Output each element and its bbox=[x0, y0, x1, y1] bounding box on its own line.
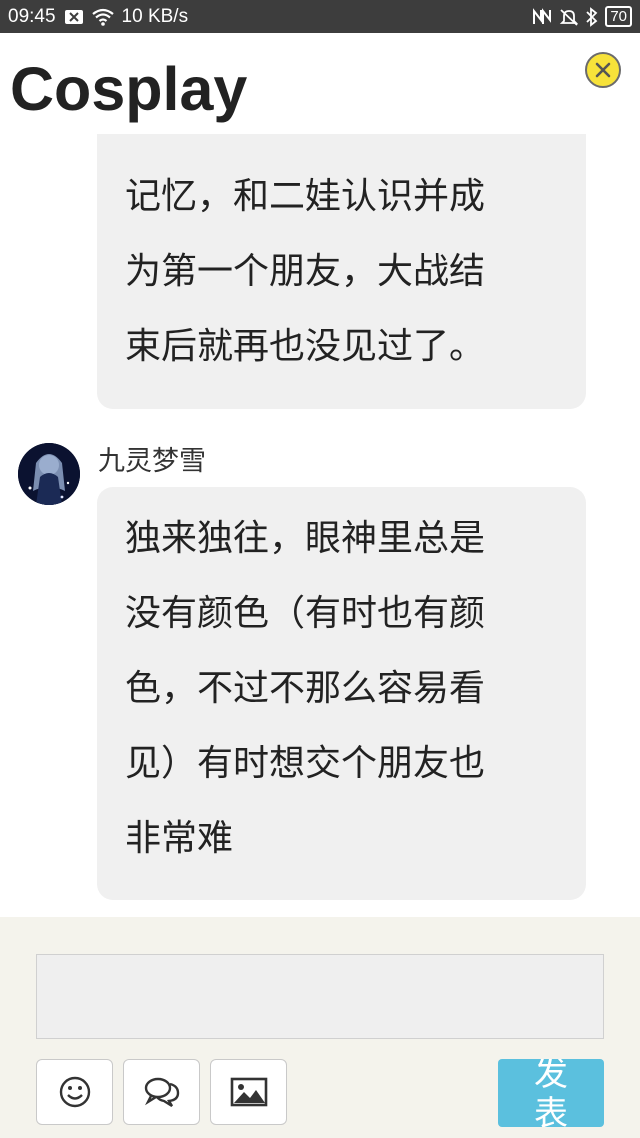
message-line: 非常难 bbox=[125, 818, 234, 859]
comment-input[interactable] bbox=[36, 954, 604, 1039]
send-label-line2: 表 bbox=[534, 1094, 568, 1127]
avatar[interactable] bbox=[18, 443, 80, 505]
message-line: 没有颜色（有时也有颜 bbox=[125, 593, 486, 634]
message-line: 色，不过不那么容易看 bbox=[125, 668, 486, 709]
image-icon bbox=[230, 1077, 267, 1107]
message-line: 束后就再也没见过了。 bbox=[125, 326, 486, 367]
username[interactable]: 九灵梦雪 bbox=[98, 439, 206, 478]
notification-close-icon bbox=[64, 9, 84, 25]
message-line: 记忆，和二娃认识并成 bbox=[125, 176, 486, 217]
send-button[interactable]: 发 表 bbox=[498, 1059, 604, 1127]
message-line: 为第一个朋友，大战结 bbox=[125, 251, 486, 292]
page-title: Cosplay bbox=[10, 55, 248, 123]
message-bubble: … … … 记忆，和二娃认识并成 为第一个朋友，大战结 束后就再也没见过了。 bbox=[97, 134, 586, 409]
nfc-icon bbox=[531, 7, 553, 26]
message-bubble: 独来独往，眼神里总是 没有颜色（有时也有颜 色，不过不那么容易看 见）有时想交个… bbox=[97, 487, 586, 900]
compose-bar: 发 表 bbox=[0, 917, 640, 1138]
message-text: … … … 记忆，和二娃认识并成 为第一个朋友，大战结 束后就再也没见过了。 bbox=[125, 134, 562, 384]
status-bar-left: 09:45 10 KB/s bbox=[0, 6, 188, 28]
bluetooth-icon bbox=[585, 6, 599, 27]
comment-list[interactable]: … … … 记忆，和二娃认识并成 为第一个朋友，大战结 束后就再也没见过了。 九… bbox=[0, 134, 640, 917]
close-icon bbox=[595, 62, 611, 78]
chat-bubbles-icon bbox=[144, 1077, 179, 1108]
status-bar: 09:45 10 KB/s 70 bbox=[0, 0, 640, 33]
page-header: Cosplay bbox=[0, 42, 640, 134]
close-button[interactable] bbox=[585, 52, 621, 88]
wifi-icon bbox=[91, 8, 114, 26]
battery-level: 70 bbox=[605, 6, 632, 27]
status-bar-right: 70 bbox=[531, 6, 640, 27]
message-line: … … … bbox=[125, 134, 562, 159]
message-line: 独来独往，眼神里总是 bbox=[125, 518, 486, 559]
send-label-line1: 发 bbox=[534, 1059, 568, 1094]
chat-button[interactable] bbox=[123, 1059, 200, 1125]
avatar-image bbox=[18, 443, 80, 505]
smiley-icon bbox=[59, 1076, 90, 1108]
emoji-button[interactable] bbox=[36, 1059, 113, 1125]
mute-bell-icon bbox=[559, 8, 579, 26]
network-speed: 10 KB/s bbox=[121, 5, 189, 27]
status-time: 09:45 bbox=[8, 5, 56, 27]
message-line: 见）有时想交个朋友也 bbox=[125, 743, 486, 784]
image-button[interactable] bbox=[210, 1059, 287, 1125]
